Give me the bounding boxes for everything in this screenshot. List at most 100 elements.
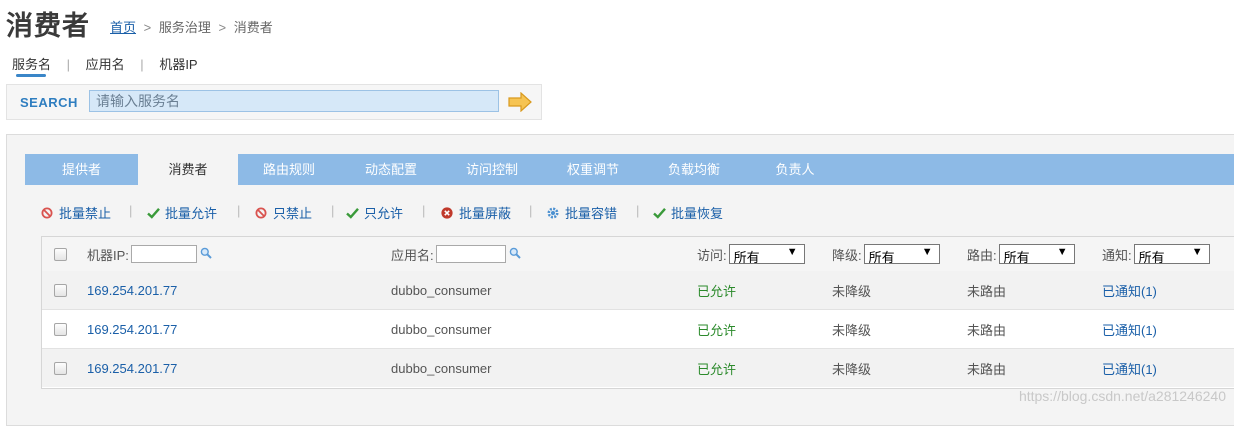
table-row: 169.254.201.77 dubbo_consumer 已允许 未降级 未路… (42, 349, 1234, 387)
row-app-name: dubbo_consumer (391, 321, 492, 337)
column-header-ip: 机器IP: (87, 247, 129, 263)
notify-filter-select[interactable]: 所有 ▼ (1133, 244, 1210, 265)
breadcrumb-home-link[interactable]: 首页 (110, 20, 136, 35)
ip-filter-input[interactable] (130, 245, 197, 263)
batch-restore-button[interactable]: 批量恢复 (653, 203, 723, 222)
breadcrumb-service-governance: 服务治理 (158, 20, 211, 35)
degrade-filter-select[interactable]: 所有 ▼ (863, 244, 940, 265)
row-degrade-status: 未降级 (832, 283, 872, 299)
check-icon (653, 207, 666, 219)
page-title: 消费者 (6, 11, 90, 41)
function-tabs: 提供者 消费者 路由规则 动态配置 访问控制 权重调节 负载均衡 负责人 (25, 154, 1234, 185)
active-tab-indicator (16, 74, 46, 77)
action-label: 批量容错 (565, 206, 618, 221)
search-type-tabs: 服务名 | 应用名 | 机器IP (12, 54, 198, 73)
table-row: 169.254.201.77 dubbo_consumer 已允许 未降级 未路… (42, 310, 1234, 349)
forbid-icon (41, 207, 53, 219)
row-notify-link[interactable]: 已通知(1) (1102, 310, 1157, 348)
select-value: 所有 (733, 250, 760, 265)
toolbar-divider: | (331, 203, 335, 218)
header-access-cell: 访问: 所有 ▼ (697, 237, 805, 271)
column-header-notify: 通知: (1102, 247, 1132, 263)
action-label: 批量屏蔽 (459, 206, 512, 221)
tab-route-rules[interactable]: 路由规则 (238, 154, 340, 185)
row-checkbox-cell (54, 271, 67, 309)
app-filter-input[interactable] (435, 245, 506, 263)
header-app-cell: 应用名: (391, 237, 521, 271)
row-route-status: 未路由 (967, 322, 1007, 338)
toolbar-divider: | (237, 203, 241, 218)
only-allow-button[interactable]: 只允许 (346, 203, 403, 222)
row-access-status: 已允许 (697, 322, 737, 338)
header-ip-cell: 机器IP: (87, 237, 212, 271)
search-tab-machine-ip[interactable]: 机器IP (159, 54, 197, 73)
block-icon (441, 207, 453, 219)
column-header-degrade: 降级: (832, 247, 862, 263)
row-checkbox[interactable] (54, 322, 67, 336)
select-value: 所有 (1003, 250, 1030, 265)
row-checkbox-cell (54, 310, 67, 348)
breadcrumb-separator: > (143, 20, 152, 35)
tab-consumers[interactable]: 消费者 (138, 154, 238, 185)
row-app-name: dubbo_consumer (391, 360, 492, 376)
access-filter-select[interactable]: 所有 ▼ (728, 244, 805, 265)
search-tab-app-name[interactable]: 应用名 (86, 54, 125, 73)
main-panel: 提供者 消费者 路由规则 动态配置 访问控制 权重调节 负载均衡 负责人 批量禁… (6, 134, 1234, 426)
header-checkbox-cell (54, 237, 67, 271)
column-header-route: 路由: (967, 247, 997, 263)
row-checkbox[interactable] (54, 361, 67, 375)
row-access-status: 已允许 (697, 361, 737, 377)
dropdown-arrow-icon: ▼ (1056, 246, 1068, 258)
toolbar-divider: | (529, 203, 533, 218)
row-checkbox[interactable] (54, 283, 67, 297)
row-notify-link[interactable]: 已通知(1) (1102, 271, 1157, 309)
select-value: 所有 (1138, 250, 1165, 265)
action-label: 只允许 (364, 206, 404, 221)
toolbar-divider: | (422, 203, 426, 218)
search-tab-service-name[interactable]: 服务名 (12, 54, 51, 73)
header-route-cell: 路由: 所有 ▼ (967, 237, 1075, 271)
breadcrumb-current: 消费者 (233, 20, 273, 35)
row-degrade-status: 未降级 (832, 361, 872, 377)
action-label: 只禁止 (273, 206, 313, 221)
batch-forbid-button[interactable]: 批量禁止 (41, 203, 111, 222)
batch-block-button[interactable]: 批量屏蔽 (441, 203, 511, 222)
row-route-status: 未路由 (967, 361, 1007, 377)
tab-owner[interactable]: 负责人 (744, 154, 846, 185)
route-filter-select[interactable]: 所有 ▼ (998, 244, 1075, 265)
page-header: 消费者 首页 > 服务治理 > 消费者 (0, 0, 1234, 44)
tab-load-balance[interactable]: 负载均衡 (644, 154, 744, 185)
dropdown-arrow-icon: ▼ (921, 246, 933, 258)
breadcrumb: 首页 > 服务治理 > 消费者 (110, 17, 273, 36)
tab-divider: | (66, 57, 71, 72)
batch-allow-button[interactable]: 批量允许 (147, 203, 217, 222)
row-route-status: 未路由 (967, 283, 1007, 299)
consumer-table: 机器IP: 应用名: 访问: 所有 ▼ 降级: 所有 ▼ 路由: 所有 ▼ 通知… (41, 236, 1234, 389)
tab-weight-adjust[interactable]: 权重调节 (542, 154, 644, 185)
tab-access-control[interactable]: 访问控制 (442, 154, 542, 185)
row-ip-link[interactable]: 169.254.201.77 (87, 271, 177, 309)
search-icon[interactable] (200, 247, 212, 262)
search-icon[interactable] (509, 247, 521, 262)
search-input[interactable] (89, 90, 499, 112)
row-notify-link[interactable]: 已通知(1) (1102, 349, 1157, 387)
row-checkbox-cell (54, 349, 67, 387)
row-degrade-status: 未降级 (832, 322, 872, 338)
toolbar-divider: | (636, 203, 640, 218)
tab-dynamic-config[interactable]: 动态配置 (340, 154, 442, 185)
header-degrade-cell: 降级: 所有 ▼ (832, 237, 940, 271)
tab-providers[interactable]: 提供者 (25, 154, 138, 185)
check-icon (346, 207, 359, 219)
header-notify-cell: 通知: 所有 ▼ (1102, 237, 1210, 271)
row-app-name: dubbo_consumer (391, 282, 492, 298)
watermark: https://blog.csdn.net/a281246240 (1018, 388, 1226, 404)
search-submit-arrow-icon[interactable] (507, 91, 533, 113)
row-ip-link[interactable]: 169.254.201.77 (87, 349, 177, 387)
row-ip-link[interactable]: 169.254.201.77 (87, 310, 177, 348)
table-row: 169.254.201.77 dubbo_consumer 已允许 未降级 未路… (42, 271, 1234, 310)
select-all-checkbox[interactable] (54, 247, 67, 261)
only-forbid-button[interactable]: 只禁止 (255, 203, 312, 222)
action-label: 批量禁止 (59, 206, 112, 221)
dropdown-arrow-icon: ▼ (786, 246, 798, 258)
batch-fault-tolerance-button[interactable]: 批量容错 (547, 203, 617, 222)
